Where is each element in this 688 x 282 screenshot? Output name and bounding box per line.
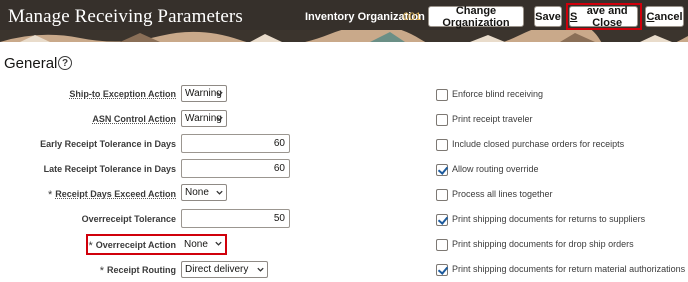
ship-to-exception-action-label: Ship-to Exception Action [69,89,176,99]
print-docs-returns-to-suppliers-label: Print shipping documents for returns to … [452,214,646,224]
receipt-days-exceed-action-select[interactable]: None [181,184,227,201]
print-receipt-traveler-checkbox[interactable] [436,114,448,126]
receipt-days-exceed-action-value: None [185,187,209,198]
receipt-routing-value: Direct delivery [185,264,249,275]
process-all-lines-together-checkbox[interactable] [436,189,448,201]
overreceipt-tolerance-input[interactable]: 50 [181,209,290,228]
include-closed-purchase-orders-checkbox[interactable] [436,139,448,151]
help-icon[interactable]: ? [58,56,72,70]
enforce-blind-receiving-checkbox[interactable] [436,89,448,101]
process-all-lines-together-label: Process all lines together [452,189,553,199]
print-receipt-traveler-label: Print receipt traveler [452,114,533,124]
required-marker: * [48,189,53,201]
early-receipt-tolerance-label: Early Receipt Tolerance in Days [40,139,176,149]
enforce-blind-receiving-label: Enforce blind receiving [452,89,544,99]
section-title-general: General [4,55,58,72]
receipt-days-exceed-action-label: * Receipt Days Exceed Action [48,189,176,201]
include-closed-purchase-orders-label: Include closed purchase orders for recei… [452,139,625,149]
print-docs-drop-ship-orders-label: Print shipping documents for drop ship o… [452,239,634,249]
chevron-down-icon [216,116,223,121]
chevron-down-icon [216,91,223,96]
cancel-button[interactable]: Cancel [645,6,684,27]
allow-routing-override-label: Allow routing override [452,164,539,174]
change-organization-button[interactable]: Change Organization [428,5,524,29]
chevron-down-icon [257,267,264,272]
cancel-accesskey: C [646,10,655,23]
asn-control-action-label: ASN Control Action [92,114,176,124]
page-title: Manage Receiving Parameters [8,6,243,27]
late-receipt-tolerance-input[interactable]: 60 [181,159,290,178]
early-receipt-tolerance-input[interactable]: 60 [181,134,290,153]
inventory-organization-value: 001 [403,11,422,23]
overreceipt-action-highlight [86,234,227,255]
chevron-down-icon [216,190,223,195]
required-marker: * [99,265,104,277]
allow-routing-override-checkbox[interactable] [436,164,448,176]
ship-to-exception-action-select[interactable]: Warning [181,85,227,102]
cancel-label: ancel [654,10,683,23]
print-docs-returns-to-suppliers-checkbox[interactable] [436,214,448,226]
print-docs-drop-ship-orders-checkbox[interactable] [436,239,448,251]
asn-control-action-select[interactable]: Warning [181,110,227,127]
save-and-close-highlight [566,3,642,30]
overreceipt-tolerance-label: Overreceipt Tolerance [81,214,176,224]
save-button[interactable]: Save [534,6,562,27]
print-docs-rma-label: Print shipping documents for return mate… [452,264,686,274]
decorative-banner-strip [0,30,688,42]
late-receipt-tolerance-label: Late Receipt Tolerance in Days [43,164,176,174]
receipt-routing-select[interactable]: Direct delivery [181,261,268,278]
receipt-routing-label: * Receipt Routing [99,265,176,277]
print-docs-rma-checkbox[interactable] [436,264,448,276]
